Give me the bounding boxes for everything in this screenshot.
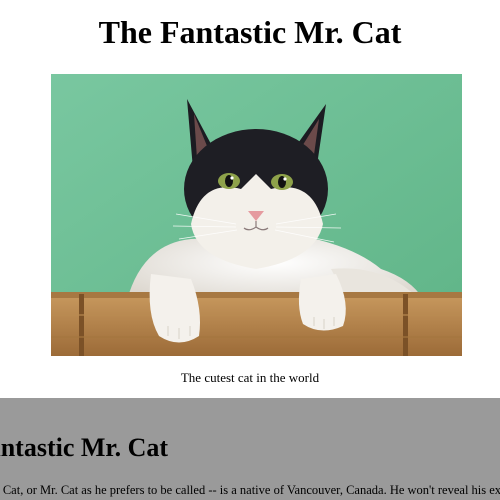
section-paragraph: Mr. Cat, or Mr. Cat as he prefers to be … — [0, 483, 500, 497]
section-title: The Fantastic Mr. Cat — [0, 433, 169, 462]
photo-caption: The cutest cat in the world — [180, 370, 320, 385]
page: The Fantastic Mr. Cat The cutest cat in … — [0, 0, 500, 500]
bamboo-shelf — [51, 292, 462, 356]
cat-photo — [51, 74, 462, 356]
cat-photo-image — [51, 74, 462, 356]
page-title: The Fantastic Mr. Cat — [98, 14, 402, 50]
about-section: The Fantastic Mr. Cat Mr. Cat, or Mr. Ca… — [0, 398, 500, 500]
